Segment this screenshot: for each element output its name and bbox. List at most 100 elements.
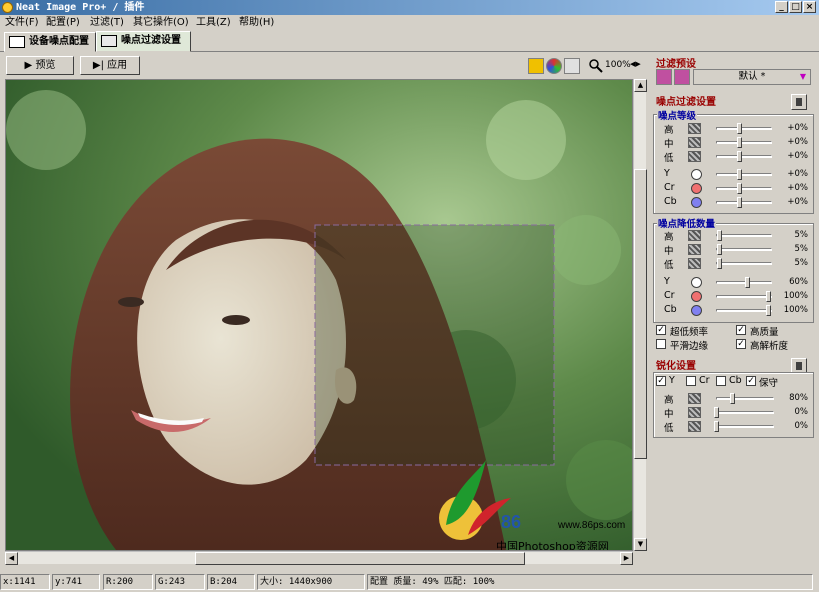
sharpen-slider-thumb[interactable] xyxy=(730,393,735,404)
tab-noise-filter-settings[interactable]: 噪点过滤设置 xyxy=(96,31,191,52)
noise-reduction-slider-track[interactable] xyxy=(716,295,772,298)
menu-bar: 文件(F) 配置(P) 过滤(T) 其它操作(O) 工具(Z) 帮助(H) xyxy=(0,15,819,31)
noise-levels-title: 噪点等级 xyxy=(657,108,698,122)
noise-level-slider-track[interactable] xyxy=(716,173,772,176)
noise-reduction-slider-thumb[interactable] xyxy=(717,258,722,269)
load-preset-icon[interactable] xyxy=(674,69,690,85)
option-checkbox[interactable] xyxy=(656,339,666,349)
dropdown-arrow-icon: ▼ xyxy=(799,72,806,81)
apply-button[interactable]: ▶| 应用 xyxy=(80,56,140,75)
window-title: Neat Image Pro+ / 插件 xyxy=(16,2,145,13)
noise-reduction-slider-thumb[interactable] xyxy=(717,230,722,241)
sharpen-label: 低 xyxy=(664,423,674,434)
noise-reduction-slider-thumb[interactable] xyxy=(766,305,771,316)
menu-filter[interactable]: 过滤(T) xyxy=(88,16,126,30)
option-label: 超低频率 xyxy=(670,327,709,338)
sharpen-noise-swatch-icon xyxy=(688,407,701,418)
noise-level-slider-thumb[interactable] xyxy=(737,123,742,134)
scroll-right-icon[interactable]: ▶ xyxy=(620,552,633,565)
noise-level-slider-thumb[interactable] xyxy=(737,169,742,180)
sharpen-slider-thumb[interactable] xyxy=(714,421,719,432)
vertical-scroll-thumb[interactable] xyxy=(634,169,647,459)
sharpen-channel-checkbox[interactable] xyxy=(716,376,726,386)
preset-dropdown[interactable]: 默认 * ▼ xyxy=(693,69,811,85)
sharpen-title: 锐化设置 xyxy=(656,361,696,372)
sharpen-channel-checkbox[interactable]: ✓ xyxy=(656,376,666,386)
gear-icon[interactable] xyxy=(564,58,580,74)
noise-level-slider-track[interactable] xyxy=(716,155,772,158)
noise-reduction-label: 中 xyxy=(664,246,674,257)
apply-label: 应用 xyxy=(107,60,128,71)
noise-reduction-value: 100% xyxy=(783,305,808,315)
noise-reduction-slider-track[interactable] xyxy=(716,281,772,284)
sharpen-slider-track[interactable] xyxy=(716,411,774,414)
minimize-button[interactable]: _ xyxy=(775,1,788,13)
noise-level-value: +0% xyxy=(787,183,808,193)
noise-reduction-slider-thumb[interactable] xyxy=(745,277,750,288)
sharpen-label: 高 xyxy=(664,395,674,406)
horizontal-scroll-thumb[interactable] xyxy=(195,552,525,565)
reset-filter-trash-icon[interactable] xyxy=(791,94,807,110)
tab-device-noise-profile[interactable]: 设备噪点配置 xyxy=(4,32,96,52)
menu-other[interactable]: 其它操作(O) xyxy=(131,16,191,30)
noise-reduction-title: 噪点降低数量 xyxy=(657,216,717,230)
noise-level-slider-track[interactable] xyxy=(716,141,772,144)
noise-reduction-slider-thumb[interactable] xyxy=(766,291,771,302)
sharpen-slider-track[interactable] xyxy=(716,397,774,400)
sharpen-slider-thumb[interactable] xyxy=(714,407,719,418)
noise-reduction-slider-track[interactable] xyxy=(716,234,772,237)
noise-level-noise-swatch-icon xyxy=(688,123,701,134)
noise-level-label: 低 xyxy=(664,153,674,164)
image-canvas[interactable]: 86 www.86ps.com 中国Photoshop资源网 xyxy=(5,79,633,551)
zoom-icon[interactable] xyxy=(588,58,604,74)
status-size: 大小: 1440x900 xyxy=(257,574,365,590)
noise-level-value: +0% xyxy=(787,197,808,207)
noise-reduction-slider-thumb[interactable] xyxy=(717,244,722,255)
option-checkbox[interactable]: ✓ xyxy=(736,325,746,335)
sharpen-channel-checkbox[interactable]: ✓ xyxy=(746,376,756,386)
vertical-scrollbar[interactable]: ▲ ▼ xyxy=(633,79,647,551)
noise-reduction-value: 100% xyxy=(783,291,808,301)
step-icon: ▶| xyxy=(92,60,104,71)
menu-help[interactable]: 帮助(H) xyxy=(237,16,276,30)
noise-reduction-value: 60% xyxy=(789,277,808,287)
noise-level-value: +0% xyxy=(787,169,808,179)
option-checkbox[interactable]: ✓ xyxy=(736,339,746,349)
noise-reduction-slider-track[interactable] xyxy=(716,309,772,312)
sharpen-slider-track[interactable] xyxy=(716,425,774,428)
zoom-arrow-icon[interactable]: ◀▶ xyxy=(630,60,641,68)
scroll-left-icon[interactable]: ◀ xyxy=(5,552,18,565)
sharpen-value: 80% xyxy=(789,393,808,403)
menu-tools[interactable]: 工具(Z) xyxy=(194,16,233,30)
menu-file[interactable]: 文件(F) xyxy=(3,16,41,30)
menu-profile[interactable]: 配置(P) xyxy=(44,16,82,30)
noise-level-slider-thumb[interactable] xyxy=(737,137,742,148)
preview-label: 预览 xyxy=(35,60,56,71)
noise-reduction-color-icon xyxy=(691,277,702,288)
layers-icon[interactable] xyxy=(528,58,544,74)
option-checkbox[interactable]: ✓ xyxy=(656,325,666,335)
zoom-level[interactable]: 100% xyxy=(605,60,631,70)
sharpen-channel-checkbox[interactable] xyxy=(686,376,696,386)
noise-level-slider-track[interactable] xyxy=(716,201,772,204)
noise-reduction-slider-track[interactable] xyxy=(716,248,772,251)
noise-level-slider-thumb[interactable] xyxy=(737,183,742,194)
watermark-caption: 中国Photoshop资源网 xyxy=(496,539,609,551)
scroll-down-icon[interactable]: ▼ xyxy=(634,538,647,551)
noise-level-slider-thumb[interactable] xyxy=(737,197,742,208)
scroll-up-icon[interactable]: ▲ xyxy=(634,79,647,92)
noise-reduction-label: 低 xyxy=(664,260,674,271)
maximize-button[interactable]: □ xyxy=(789,1,802,13)
noise-reduction-slider-track[interactable] xyxy=(716,262,772,265)
save-preset-icon[interactable] xyxy=(656,69,672,85)
color-wheel-icon[interactable] xyxy=(546,58,562,74)
noise-level-slider-track[interactable] xyxy=(716,187,772,190)
tab-label: 噪点过滤设置 xyxy=(121,35,181,46)
close-button[interactable]: × xyxy=(803,1,816,13)
preset-title: 过滤预设 xyxy=(656,59,696,70)
noise-level-label: Cb xyxy=(664,196,677,207)
horizontal-scrollbar[interactable]: ◀ ▶ xyxy=(5,551,633,565)
noise-level-slider-thumb[interactable] xyxy=(737,151,742,162)
preview-button[interactable]: ▶ 预览 xyxy=(6,56,74,75)
noise-level-slider-track[interactable] xyxy=(716,127,772,130)
